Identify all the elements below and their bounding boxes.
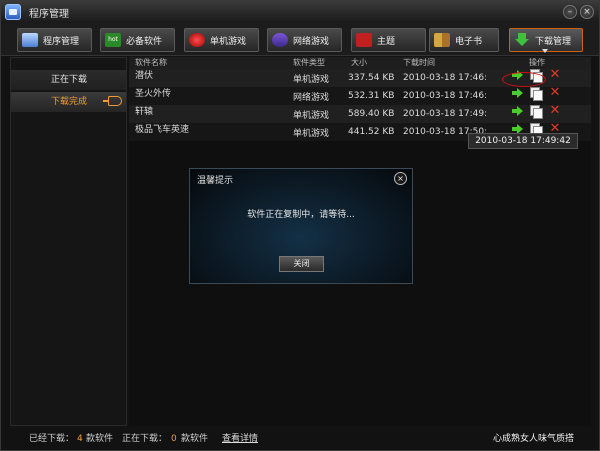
download-sidebar: 正在下载 下载完成 <box>10 57 127 426</box>
header-type: 软件类型 <box>293 58 325 67</box>
close-window-button[interactable]: × <box>580 5 594 19</box>
status-bar: 已经下载： 4 款软件 正在下载： 0 款软件 查看详情 心成熟女人味气质搭 <box>1 429 599 450</box>
downloading-count: 0 <box>171 434 177 444</box>
sidebar-item-downloading[interactable]: 正在下载 <box>11 70 126 90</box>
dialog-close-button[interactable]: 关闭 <box>279 256 324 272</box>
download-time: 2010-03-18 17:46:5 <box>403 91 486 101</box>
phone-icon <box>189 33 205 47</box>
promo-link[interactable]: 心成熟女人味气质搭 <box>493 429 574 450</box>
online-game-icon <box>272 33 288 47</box>
title-bar: 程序管理 – × <box>1 1 599 23</box>
software-name: 潜伏 <box>135 71 154 81</box>
downloading-label: 正在下载： <box>122 434 168 444</box>
downloading-unit: 款软件 <box>181 434 209 444</box>
notice-dialog: 温馨提示 × 软件正在复制中，请等待... 关闭 <box>189 168 413 284</box>
software-name: 轩辕 <box>135 107 154 117</box>
app-logo-icon <box>5 4 21 20</box>
downloaded-label: 已经下载： <box>29 434 75 444</box>
download-time: 2010-03-18 17:46:2 <box>403 73 486 83</box>
header-size: 大小 <box>351 58 367 67</box>
tab-label: 网络游戏 <box>293 36 330 47</box>
tab-label: 主题 <box>377 36 396 47</box>
tab-label: 单机游戏 <box>210 36 247 47</box>
delete-icon[interactable]: ✕ <box>549 86 561 99</box>
minimize-button[interactable]: – <box>563 5 577 19</box>
highlight-ring <box>502 72 546 87</box>
tab-label: 必备软件 <box>126 36 163 47</box>
software-size: 337.54 KB <box>348 73 395 83</box>
window-title: 程序管理 <box>29 9 69 20</box>
tab-essential-software[interactable]: hot 必备软件 <box>100 28 175 52</box>
software-size: 532.31 KB <box>348 91 395 101</box>
software-size: 441.52 KB <box>348 127 395 137</box>
dialog-message: 软件正在复制中，请等待... <box>247 210 355 220</box>
table-row: 轩辕 单机游戏 589.40 KB 2010-03-18 17:49:4 ✕ <box>129 104 591 123</box>
tab-program-manager[interactable]: 程序管理 <box>17 28 92 52</box>
tab-label: 下载管理 <box>535 36 572 47</box>
time-tooltip: 2010-03-18 17:49:42 <box>468 133 578 149</box>
go-arrow-icon[interactable] <box>512 87 524 99</box>
go-arrow-icon[interactable] <box>512 105 524 117</box>
downloaded-count: 4 <box>77 434 83 444</box>
tab-themes[interactable]: 主题 <box>351 28 426 52</box>
software-name: 极品飞车英速 <box>135 125 190 135</box>
main-toolbar: 程序管理 hot 必备软件 单机游戏 网络游戏 主题 电子书 下载管理 <box>1 23 599 56</box>
dialog-title: 温馨提示 <box>197 176 234 186</box>
table-header: 软件名称 软件类型 大小 下载时间 操作 <box>129 57 591 69</box>
hot-icon: hot <box>105 33 121 47</box>
sidebar-item-label: 下载完成 <box>51 97 88 107</box>
tab-ebooks[interactable]: 电子书 <box>429 28 499 52</box>
tab-label: 程序管理 <box>43 36 80 47</box>
header-time: 下载时间 <box>403 58 435 67</box>
app-window: 程序管理 – × 程序管理 hot 必备软件 单机游戏 网络游戏 主题 电子书 <box>0 0 600 451</box>
tab-label: 电子书 <box>455 36 483 47</box>
downloaded-unit: 款软件 <box>86 434 114 444</box>
download-icon <box>514 33 530 47</box>
view-details-link[interactable]: 查看详情 <box>222 429 258 450</box>
download-time: 2010-03-18 17:49:4 <box>403 109 486 119</box>
book-icon <box>434 33 450 47</box>
program-manager-icon <box>22 33 38 47</box>
delete-icon[interactable]: ✕ <box>549 104 561 117</box>
pointing-hand-icon <box>103 96 122 106</box>
copy-icon[interactable] <box>530 87 543 101</box>
header-name: 软件名称 <box>135 58 167 67</box>
software-type: 单机游戏 <box>293 129 330 139</box>
tab-online-games[interactable]: 网络游戏 <box>267 28 342 52</box>
copy-icon[interactable] <box>530 105 543 119</box>
chevron-down-icon <box>542 49 548 53</box>
header-actions: 操作 <box>529 58 545 67</box>
dialog-close-icon[interactable]: × <box>394 172 407 185</box>
shirt-icon <box>356 33 372 47</box>
software-size: 589.40 KB <box>348 109 395 119</box>
table-row: 圣火外传 网络游戏 532.31 KB 2010-03-18 17:46:5 ✕ <box>129 86 591 105</box>
tab-single-player-games[interactable]: 单机游戏 <box>184 28 259 52</box>
software-name: 圣火外传 <box>135 89 172 99</box>
sidebar-item-completed[interactable]: 下载完成 <box>11 92 126 112</box>
delete-icon[interactable]: ✕ <box>549 68 561 81</box>
